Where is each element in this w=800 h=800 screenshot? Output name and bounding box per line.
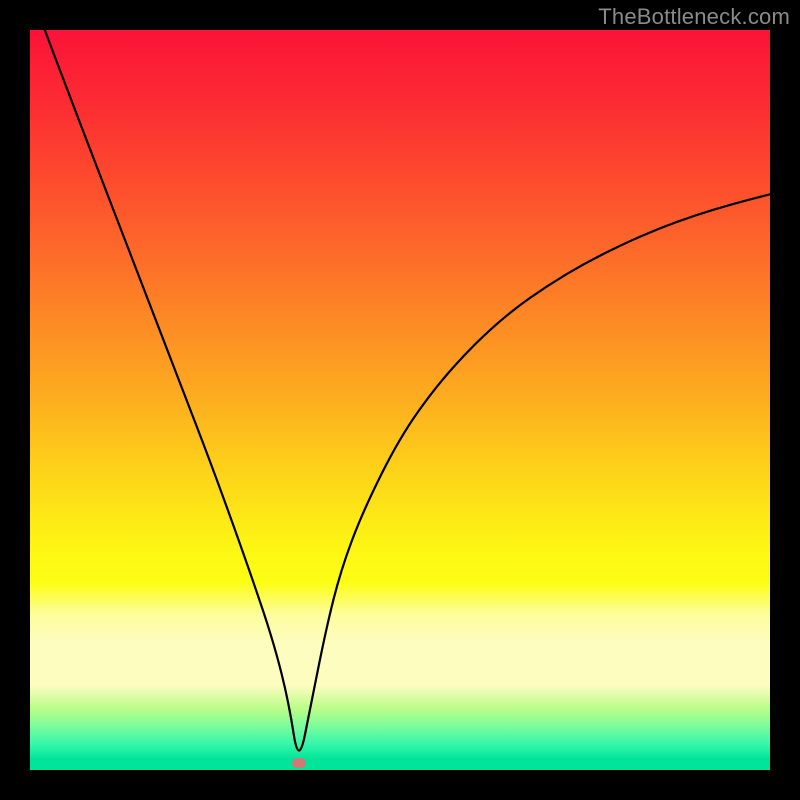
chart-frame: TheBottleneck.com — [0, 0, 800, 800]
bottleneck-curve — [30, 30, 770, 770]
watermark-text: TheBottleneck.com — [598, 4, 790, 30]
balance-point-marker — [292, 758, 306, 768]
plot-area — [30, 30, 770, 770]
